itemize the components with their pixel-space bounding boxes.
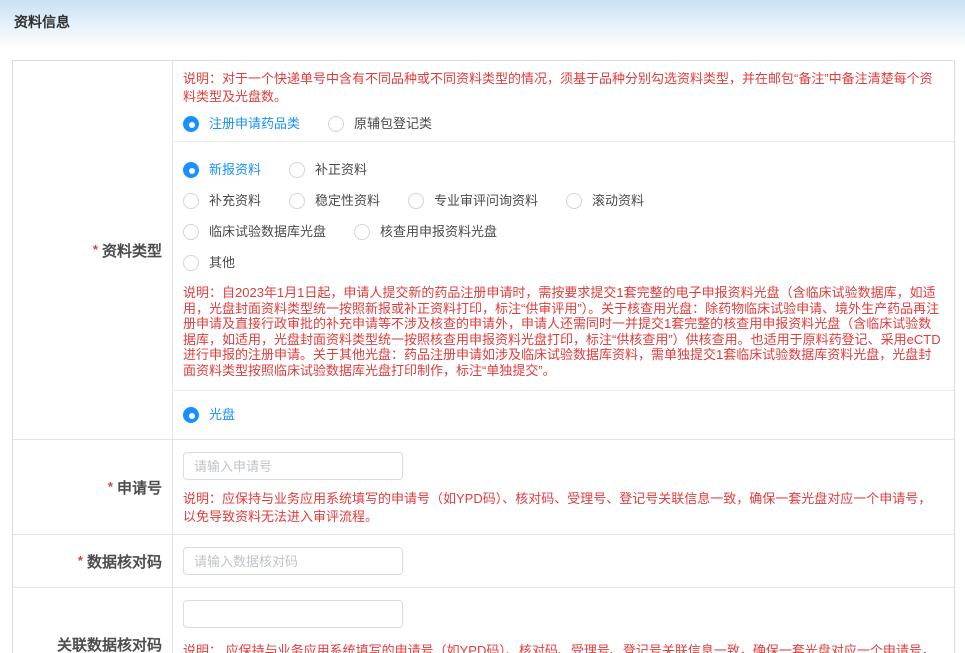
related-data-check-code-content-cell: 说明： 应保持与业务应用系统填写的申请号（如YPD码）、核对码、受理号、登记号关… (173, 588, 954, 653)
category-radio-group: 注册申请药品类 原辅包登记类 (183, 115, 944, 133)
radio-option-label: 滚动资料 (592, 192, 644, 210)
page-title: 资料信息 (14, 12, 951, 32)
radio-selected-icon (183, 162, 199, 178)
radio-option[interactable]: 稳定性资料 (289, 192, 380, 210)
radio-option[interactable]: 注册申请药品类 (183, 115, 300, 133)
required-asterisk: * (78, 553, 83, 568)
radio-option-label: 核查用申报资料光盘 (380, 223, 497, 241)
radio-option-label: 补正资料 (315, 161, 367, 179)
radio-option[interactable]: 原辅包登记类 (328, 115, 432, 133)
radio-option-label: 新报资料 (209, 161, 261, 179)
radio-unselected-icon (183, 193, 199, 209)
data-check-code-row: * 数据核对码 (13, 535, 954, 588)
material-type-label: 资料类型 (102, 240, 162, 261)
section-header: 资料信息 (0, 0, 965, 48)
radio-option-label: 原辅包登记类 (354, 115, 432, 133)
radio-unselected-icon (408, 193, 424, 209)
related-data-check-code-row: 关联数据核对码 说明： 应保持与业务应用系统填写的申请号（如YPD码）、核对码、… (13, 588, 954, 653)
radio-option-label: 补充资料 (209, 192, 261, 210)
radio-selected-icon (183, 407, 199, 423)
type-radio-group-row-2: 补充资料 稳定性资料 专业审评问询资料 滚动资料 (183, 192, 944, 210)
material-type-row: * 资料类型 说明：对于一个快递单号中含有不同品种或不同资料类型的情况，须基于品… (13, 61, 954, 440)
type-radio-group-row-4: 其他 (183, 254, 944, 272)
radio-option-label: 注册申请药品类 (209, 115, 300, 133)
radio-option-label: 专业审评问询资料 (434, 192, 538, 210)
application-no-label: 申请号 (117, 477, 162, 498)
radio-option-label: 稳定性资料 (315, 192, 380, 210)
material-type-label-cell: * 资料类型 (13, 61, 173, 439)
disc-radio-group: 光盘 (183, 406, 944, 424)
radio-option[interactable]: 临床试验数据库光盘 (183, 223, 326, 241)
radio-unselected-icon (289, 162, 305, 178)
disc-requirement-note: 说明：自2023年1月1日起，申请人提交新的药品注册申请时，需按要求提交1套完整… (183, 285, 944, 378)
radio-option[interactable]: 新报资料 (183, 161, 261, 179)
related-data-check-code-note: 说明： 应保持与业务应用系统填写的申请号（如YPD码）、核对码、受理号、登记号关… (183, 642, 944, 653)
application-no-content-cell: 说明：应保持与业务应用系统填写的申请号（如YPD码）、核对码、受理号、登记号关联… (173, 440, 954, 534)
required-asterisk: * (93, 242, 98, 257)
application-no-note: 说明：应保持与业务应用系统填写的申请号（如YPD码）、核对码、受理号、登记号关联… (183, 490, 944, 526)
radio-option[interactable]: 补充资料 (183, 192, 261, 210)
material-info-form: * 资料类型 说明：对于一个快递单号中含有不同品种或不同资料类型的情况，须基于品… (12, 60, 955, 653)
radio-unselected-icon (289, 193, 305, 209)
radio-option[interactable]: 其他 (183, 254, 235, 272)
radio-unselected-icon (354, 224, 370, 240)
radio-option-label: 光盘 (209, 406, 235, 424)
related-data-check-code-input[interactable] (183, 600, 403, 628)
data-check-code-content-cell (173, 535, 954, 587)
radio-option[interactable]: 滚动资料 (566, 192, 644, 210)
disc-section: 光盘 (173, 391, 954, 439)
radio-option[interactable]: 补正资料 (289, 161, 367, 179)
related-data-check-code-label: 关联数据核对码 (57, 634, 162, 653)
application-no-label-cell: * 申请号 (13, 440, 173, 534)
radio-option[interactable]: 核查用申报资料光盘 (354, 223, 497, 241)
application-no-input[interactable] (183, 452, 403, 480)
required-asterisk: * (108, 479, 113, 494)
material-type-content-cell: 说明：对于一个快递单号中含有不同品种或不同资料类型的情况，须基于品种分别勾选资料… (173, 61, 954, 439)
radio-unselected-icon (566, 193, 582, 209)
radio-unselected-icon (183, 255, 199, 271)
data-check-code-label: 数据核对码 (87, 551, 162, 572)
application-no-row: * 申请号 说明：应保持与业务应用系统填写的申请号（如YPD码）、核对码、受理号… (13, 440, 954, 535)
category-note: 说明：对于一个快递单号中含有不同品种或不同资料类型的情况，须基于品种分别勾选资料… (183, 70, 944, 106)
type-radio-group-row-1: 新报资料 补正资料 (183, 161, 944, 179)
category-section: 说明：对于一个快递单号中含有不同品种或不同资料类型的情况，须基于品种分别勾选资料… (173, 61, 954, 142)
radio-selected-icon (183, 116, 199, 132)
radio-option-label: 其他 (209, 254, 235, 272)
type-section: 新报资料 补正资料 补充资料 稳定性资料 专业审评问询资料 滚动资料 临床试验数据库光盘… (173, 142, 954, 391)
data-check-code-input[interactable] (183, 547, 403, 575)
radio-unselected-icon (183, 224, 199, 240)
data-check-code-label-cell: * 数据核对码 (13, 535, 173, 587)
radio-option[interactable]: 专业审评问询资料 (408, 192, 538, 210)
type-radio-group-row-3: 临床试验数据库光盘 核查用申报资料光盘 (183, 223, 944, 241)
radio-option-label: 临床试验数据库光盘 (209, 223, 326, 241)
related-data-check-code-label-cell: 关联数据核对码 (13, 588, 173, 653)
radio-option[interactable]: 光盘 (183, 406, 235, 424)
radio-unselected-icon (328, 116, 344, 132)
